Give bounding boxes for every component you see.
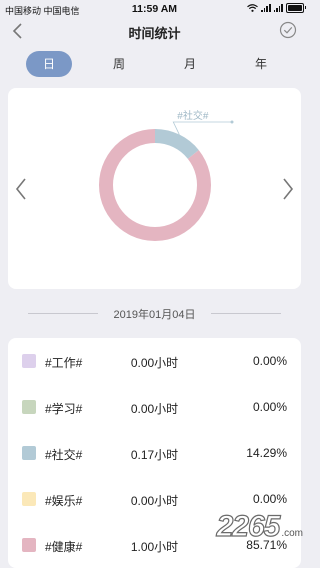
- percent-value: 0.00%: [252, 354, 287, 368]
- list-item[interactable]: #社交# 0.17小时 14.29%: [8, 430, 301, 476]
- period-tabs: 日 周 月 年: [13, 51, 296, 77]
- tab-month[interactable]: 月: [167, 51, 213, 77]
- nav-bar: 时间统计: [0, 18, 309, 46]
- list-item[interactable]: #工作# 0.00小时 0.00%: [8, 338, 301, 384]
- check-circle-icon[interactable]: [279, 21, 297, 39]
- watermark-suffix: .com: [281, 528, 303, 539]
- percent-value: 0.00%: [252, 492, 287, 506]
- donut-chart: #社交#: [99, 109, 234, 241]
- page-title: 时间统计: [128, 26, 181, 41]
- tag-name: #工作#: [45, 356, 83, 370]
- wifi-icon: [247, 4, 259, 12]
- signal-icon-2: [273, 4, 283, 12]
- watermark-logo: 2265 .com: [216, 509, 303, 544]
- chart-card: #社交#: [8, 88, 301, 289]
- color-swatch: [22, 492, 36, 506]
- tab-week[interactable]: 周: [96, 51, 142, 77]
- callout-label: #社交#: [177, 109, 209, 122]
- hours-value: 0.17小时: [130, 448, 179, 462]
- list-item[interactable]: #学习# 0.00小时 0.00%: [8, 384, 301, 430]
- color-swatch: [22, 446, 36, 460]
- hours-value: 1.00小时: [130, 540, 179, 554]
- percent-value: 14.29%: [246, 446, 287, 460]
- color-swatch: [22, 400, 36, 414]
- tag-name: #社交#: [45, 448, 83, 462]
- watermark-number: 2265: [216, 509, 281, 543]
- divider-right: [211, 313, 281, 314]
- tag-name: #娱乐#: [45, 494, 83, 508]
- donut-slice-2: [155, 129, 199, 159]
- hours-value: 0.00小时: [130, 494, 179, 508]
- status-icons: [247, 3, 306, 13]
- status-bar: 中国移动 中国电信 11:59 AM: [0, 0, 309, 18]
- signal-icon: [261, 4, 271, 12]
- date-row: 2019年01月04日: [0, 303, 309, 323]
- color-swatch: [22, 354, 36, 368]
- tag-name: #健康#: [45, 540, 83, 554]
- tag-name: #学习#: [45, 402, 83, 416]
- hours-value: 0.00小时: [130, 402, 179, 416]
- tab-day[interactable]: 日: [26, 51, 72, 77]
- percent-value: 0.00%: [252, 400, 287, 414]
- chart-callout: #社交#: [172, 109, 234, 135]
- tab-year[interactable]: 年: [238, 51, 284, 77]
- date-label: 2019年01月04日: [113, 309, 196, 321]
- hours-value: 0.00小时: [130, 356, 179, 370]
- battery-icon: [286, 3, 306, 13]
